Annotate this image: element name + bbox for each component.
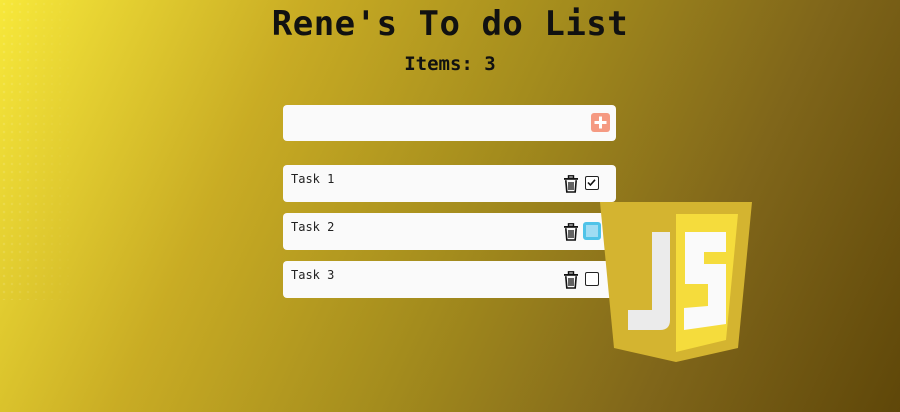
task-item: Task 3 [283, 261, 616, 298]
task-checkbox[interactable] [585, 176, 599, 190]
trash-icon[interactable] [563, 175, 579, 193]
task-item: Task 2 [283, 213, 616, 250]
javascript-shield-logo [600, 202, 752, 362]
task-label: Task 3 [291, 268, 335, 282]
task-checkbox[interactable] [583, 222, 601, 240]
task-checkbox[interactable] [585, 272, 599, 286]
task-label: Task 1 [291, 172, 335, 186]
task-item: Task 1 [283, 165, 616, 202]
trash-icon[interactable] [563, 223, 579, 241]
items-count: Items: 3 [404, 53, 496, 75]
task-label: Task 2 [291, 220, 335, 234]
checkmark-icon [587, 179, 596, 187]
plus-icon [594, 116, 607, 129]
background-dot-pattern [0, 0, 80, 300]
trash-icon[interactable] [563, 271, 579, 289]
add-task-button[interactable] [591, 113, 610, 132]
new-task-form [283, 105, 616, 141]
page-title: Rene's To do List [271, 4, 629, 44]
new-task-input[interactable] [291, 111, 585, 137]
